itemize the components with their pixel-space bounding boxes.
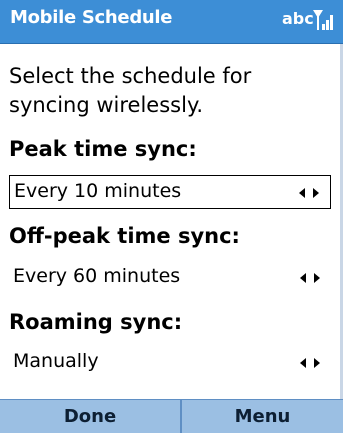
roaming-sync-label: Roaming sync: xyxy=(9,310,183,334)
peak-time-sync-value: Every 10 minutes xyxy=(14,180,182,202)
signal-strength-icon xyxy=(313,10,333,30)
done-softkey[interactable]: Done xyxy=(0,400,182,433)
roaming-sync-value: Manually xyxy=(13,350,99,372)
window-title: Mobile Schedule xyxy=(10,7,173,28)
roaming-sync-picker[interactable]: Manually xyxy=(9,346,331,380)
instruction-text: Select the schedule for syncing wireless… xyxy=(9,64,252,117)
peak-time-sync-picker[interactable]: Every 10 minutes xyxy=(9,175,331,209)
input-mode-indicator[interactable]: abc xyxy=(282,9,314,28)
left-right-arrows-icon xyxy=(300,358,320,368)
off-peak-time-sync-label: Off-peak time sync: xyxy=(9,224,240,248)
title-bar: Mobile Schedule abc xyxy=(0,0,343,44)
peak-time-sync-label: Peak time sync: xyxy=(9,137,197,161)
left-right-arrows-icon xyxy=(299,188,319,198)
off-peak-time-sync-picker[interactable]: Every 60 minutes xyxy=(9,261,331,295)
off-peak-time-sync-value: Every 60 minutes xyxy=(13,265,181,287)
menu-softkey[interactable]: Menu xyxy=(182,400,343,433)
left-right-arrows-icon xyxy=(300,273,320,283)
softkey-bar: Done Menu xyxy=(0,399,343,433)
